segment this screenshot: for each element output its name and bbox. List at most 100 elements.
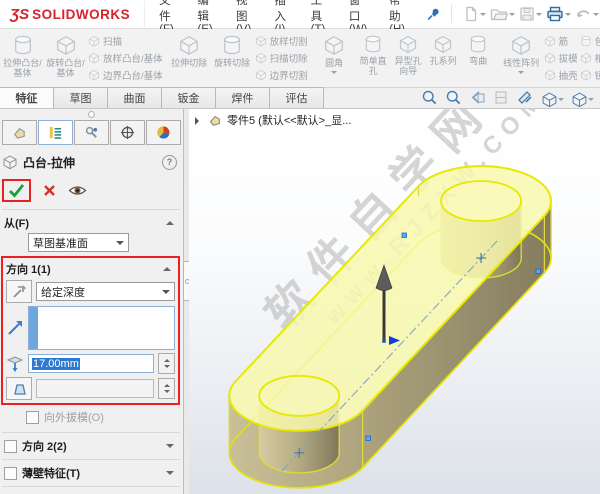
revolved-boss-button[interactable]: 旋转凸台/基体 xyxy=(44,31,87,85)
pattern-group: 线性阵列 筋 拔模 抽壳 包覆 相交 镜向 xyxy=(499,29,600,87)
panel-manager-tabs xyxy=(2,120,181,145)
dropdown-caret-icon[interactable] xyxy=(558,97,564,104)
pin-menu-icon[interactable] xyxy=(426,7,441,22)
open-button[interactable] xyxy=(489,5,516,23)
solidworks-logo: ƷS SOLIDWORKS xyxy=(0,1,146,27)
boundary-boss-button[interactable]: 边界凸台/基体 xyxy=(88,68,163,82)
ok-button[interactable] xyxy=(8,183,25,198)
flex-button[interactable]: 弯曲 xyxy=(461,31,496,85)
feature-title-row: 凸台-拉伸 ? xyxy=(2,151,180,173)
extruded-cut-button[interactable]: 拉伸切除 xyxy=(168,31,211,85)
direction-reference-icon xyxy=(8,321,22,335)
boss-extrude-icon xyxy=(2,154,18,170)
direction2-checkbox[interactable] xyxy=(4,439,17,453)
reverse-direction-button[interactable] xyxy=(6,280,32,303)
dropdown-caret-icon[interactable] xyxy=(536,12,542,19)
tab-weldments[interactable]: 焊件 xyxy=(215,87,270,108)
rib-button[interactable]: 筋 xyxy=(544,34,578,48)
shell-button[interactable]: 抽壳 xyxy=(544,68,578,82)
cut-group: 拉伸切除 旋转切除 放样切割 扫描切除 边界切割 xyxy=(167,29,310,87)
mirror-button[interactable]: 镜向 xyxy=(580,68,600,82)
boundary-cut-button[interactable]: 边界切割 xyxy=(255,68,308,82)
chevron-down-icon xyxy=(166,444,174,452)
features-ribbon: 拉伸凸台/基体 旋转凸台/基体 扫描 放样凸台/基体 边界凸台/基体 拉伸切除 xyxy=(0,29,600,88)
direction-reference-selection-box[interactable] xyxy=(28,306,175,350)
hole-series-button[interactable]: 孔系列 xyxy=(426,31,461,85)
outward-draft-checkbox[interactable] xyxy=(26,410,39,424)
save-button[interactable] xyxy=(518,5,543,23)
depth-input[interactable]: 17.00mm xyxy=(28,354,154,373)
dropdown-caret-icon[interactable] xyxy=(518,71,525,77)
revolved-cut-button[interactable]: 旋转切除 xyxy=(211,31,254,85)
tab-sheetmetal[interactable]: 钣金 xyxy=(161,87,216,108)
dropdown-caret-icon xyxy=(116,240,124,249)
previous-view-icon[interactable] xyxy=(469,89,486,109)
feature-tree-flyout[interactable]: 零件5 (默认<<默认>_显... xyxy=(195,112,351,128)
cancel-button[interactable] xyxy=(43,184,56,197)
dropdown-caret-icon[interactable] xyxy=(480,12,486,19)
intersect-button[interactable]: 相交 xyxy=(580,51,600,65)
display-style-icon[interactable] xyxy=(571,91,594,108)
tab-surfaces[interactable]: 曲面 xyxy=(107,87,162,108)
dropdown-caret-icon[interactable] xyxy=(588,97,594,104)
lofted-boss-button[interactable]: 放样凸台/基体 xyxy=(88,51,163,65)
tab-features[interactable]: 特征 xyxy=(0,87,54,108)
confirm-toolbar xyxy=(2,175,180,205)
tab-sketch[interactable]: 草图 xyxy=(53,87,108,108)
tab-configuration-manager[interactable] xyxy=(74,120,109,145)
direction2-section-header[interactable]: 方向 2(2) xyxy=(2,437,180,455)
title-bar: ƷS SOLIDWORKS 文件(F) 编辑(E) 视图(V) 插入(I) 工具… xyxy=(0,0,600,36)
fillet-hole-group: 圆角 简单直孔 异型孔向导 孔系列 弯曲 xyxy=(312,29,497,87)
extruded-boss-button[interactable]: 拉伸凸台/基体 xyxy=(1,31,44,85)
panel-splitter-dot[interactable] xyxy=(87,111,95,118)
dropdown-caret-icon[interactable] xyxy=(331,71,338,77)
view-orientation-icon[interactable] xyxy=(541,91,564,108)
dropdown-caret-icon xyxy=(162,289,170,298)
expand-arrow-icon[interactable] xyxy=(195,116,203,125)
tab-dimxpert-manager[interactable] xyxy=(110,120,145,145)
hole-wizard-button[interactable]: 异型孔向导 xyxy=(391,31,426,85)
undo-button[interactable] xyxy=(574,5,600,23)
wrap-button[interactable]: 包覆 xyxy=(580,34,600,48)
fillet-button[interactable]: 圆角 xyxy=(313,31,356,85)
section-view-icon[interactable] xyxy=(493,89,510,109)
swept-cut-button[interactable]: 扫描切除 xyxy=(255,51,308,65)
part-icon xyxy=(209,115,220,126)
tab-property-manager[interactable] xyxy=(38,120,73,145)
direction1-annotation-box: 方向 1(1) 给定深度 17.00mm xyxy=(1,256,180,405)
dropdown-caret-icon[interactable] xyxy=(509,12,515,19)
new-document-button[interactable] xyxy=(462,5,487,23)
direction1-section-header[interactable]: 方向 1(1) xyxy=(6,260,175,277)
zoom-area-icon[interactable] xyxy=(445,89,462,109)
draft-angle-spinner xyxy=(158,378,175,399)
solidworks-window: ƷS SOLIDWORKS 文件(F) 编辑(E) 视图(V) 插入(I) 工具… xyxy=(0,0,600,494)
print-button[interactable] xyxy=(545,5,572,23)
boss-group: 拉伸凸台/基体 旋转凸台/基体 扫描 放样凸台/基体 边界凸台/基体 xyxy=(0,29,165,87)
from-dropdown[interactable]: 草图基准面 xyxy=(28,233,129,252)
simple-hole-button[interactable]: 简单直孔 xyxy=(356,31,391,85)
draft-angle-input xyxy=(36,379,154,398)
dropdown-caret-icon[interactable] xyxy=(593,12,599,19)
tab-feature-manager-tree[interactable] xyxy=(2,120,37,145)
draft-button[interactable]: 拔模 xyxy=(544,51,578,65)
graphics-viewport[interactable]: 零件5 (默认<<默认>_显... 软件自学网 www.RJZXW.COM xyxy=(189,109,600,494)
linear-pattern-button[interactable]: 线性阵列 xyxy=(500,31,543,85)
feature-title: 凸台-拉伸 xyxy=(23,155,75,170)
from-section-header[interactable]: 从(F) xyxy=(2,214,180,231)
appearance-icon[interactable] xyxy=(517,89,534,109)
help-icon[interactable]: ? xyxy=(162,154,177,170)
tab-display-manager[interactable] xyxy=(146,120,181,145)
thin-feature-checkbox[interactable] xyxy=(4,466,17,480)
thin-feature-section-header[interactable]: 薄壁特征(T) xyxy=(2,464,180,482)
model-3d-preview[interactable] xyxy=(189,109,600,494)
swept-boss-button[interactable]: 扫描 xyxy=(88,34,163,48)
lofted-cut-button[interactable]: 放样切割 xyxy=(255,34,308,48)
preview-eye-icon[interactable] xyxy=(68,184,87,197)
tab-evaluate[interactable]: 评估 xyxy=(269,87,324,108)
end-condition-dropdown[interactable]: 给定深度 xyxy=(36,282,175,301)
draft-toggle-button[interactable] xyxy=(6,377,32,400)
zoom-fit-icon[interactable] xyxy=(421,89,438,109)
depth-spinner[interactable] xyxy=(158,353,175,374)
depth-icon xyxy=(6,355,24,372)
dropdown-caret-icon[interactable] xyxy=(565,12,571,19)
